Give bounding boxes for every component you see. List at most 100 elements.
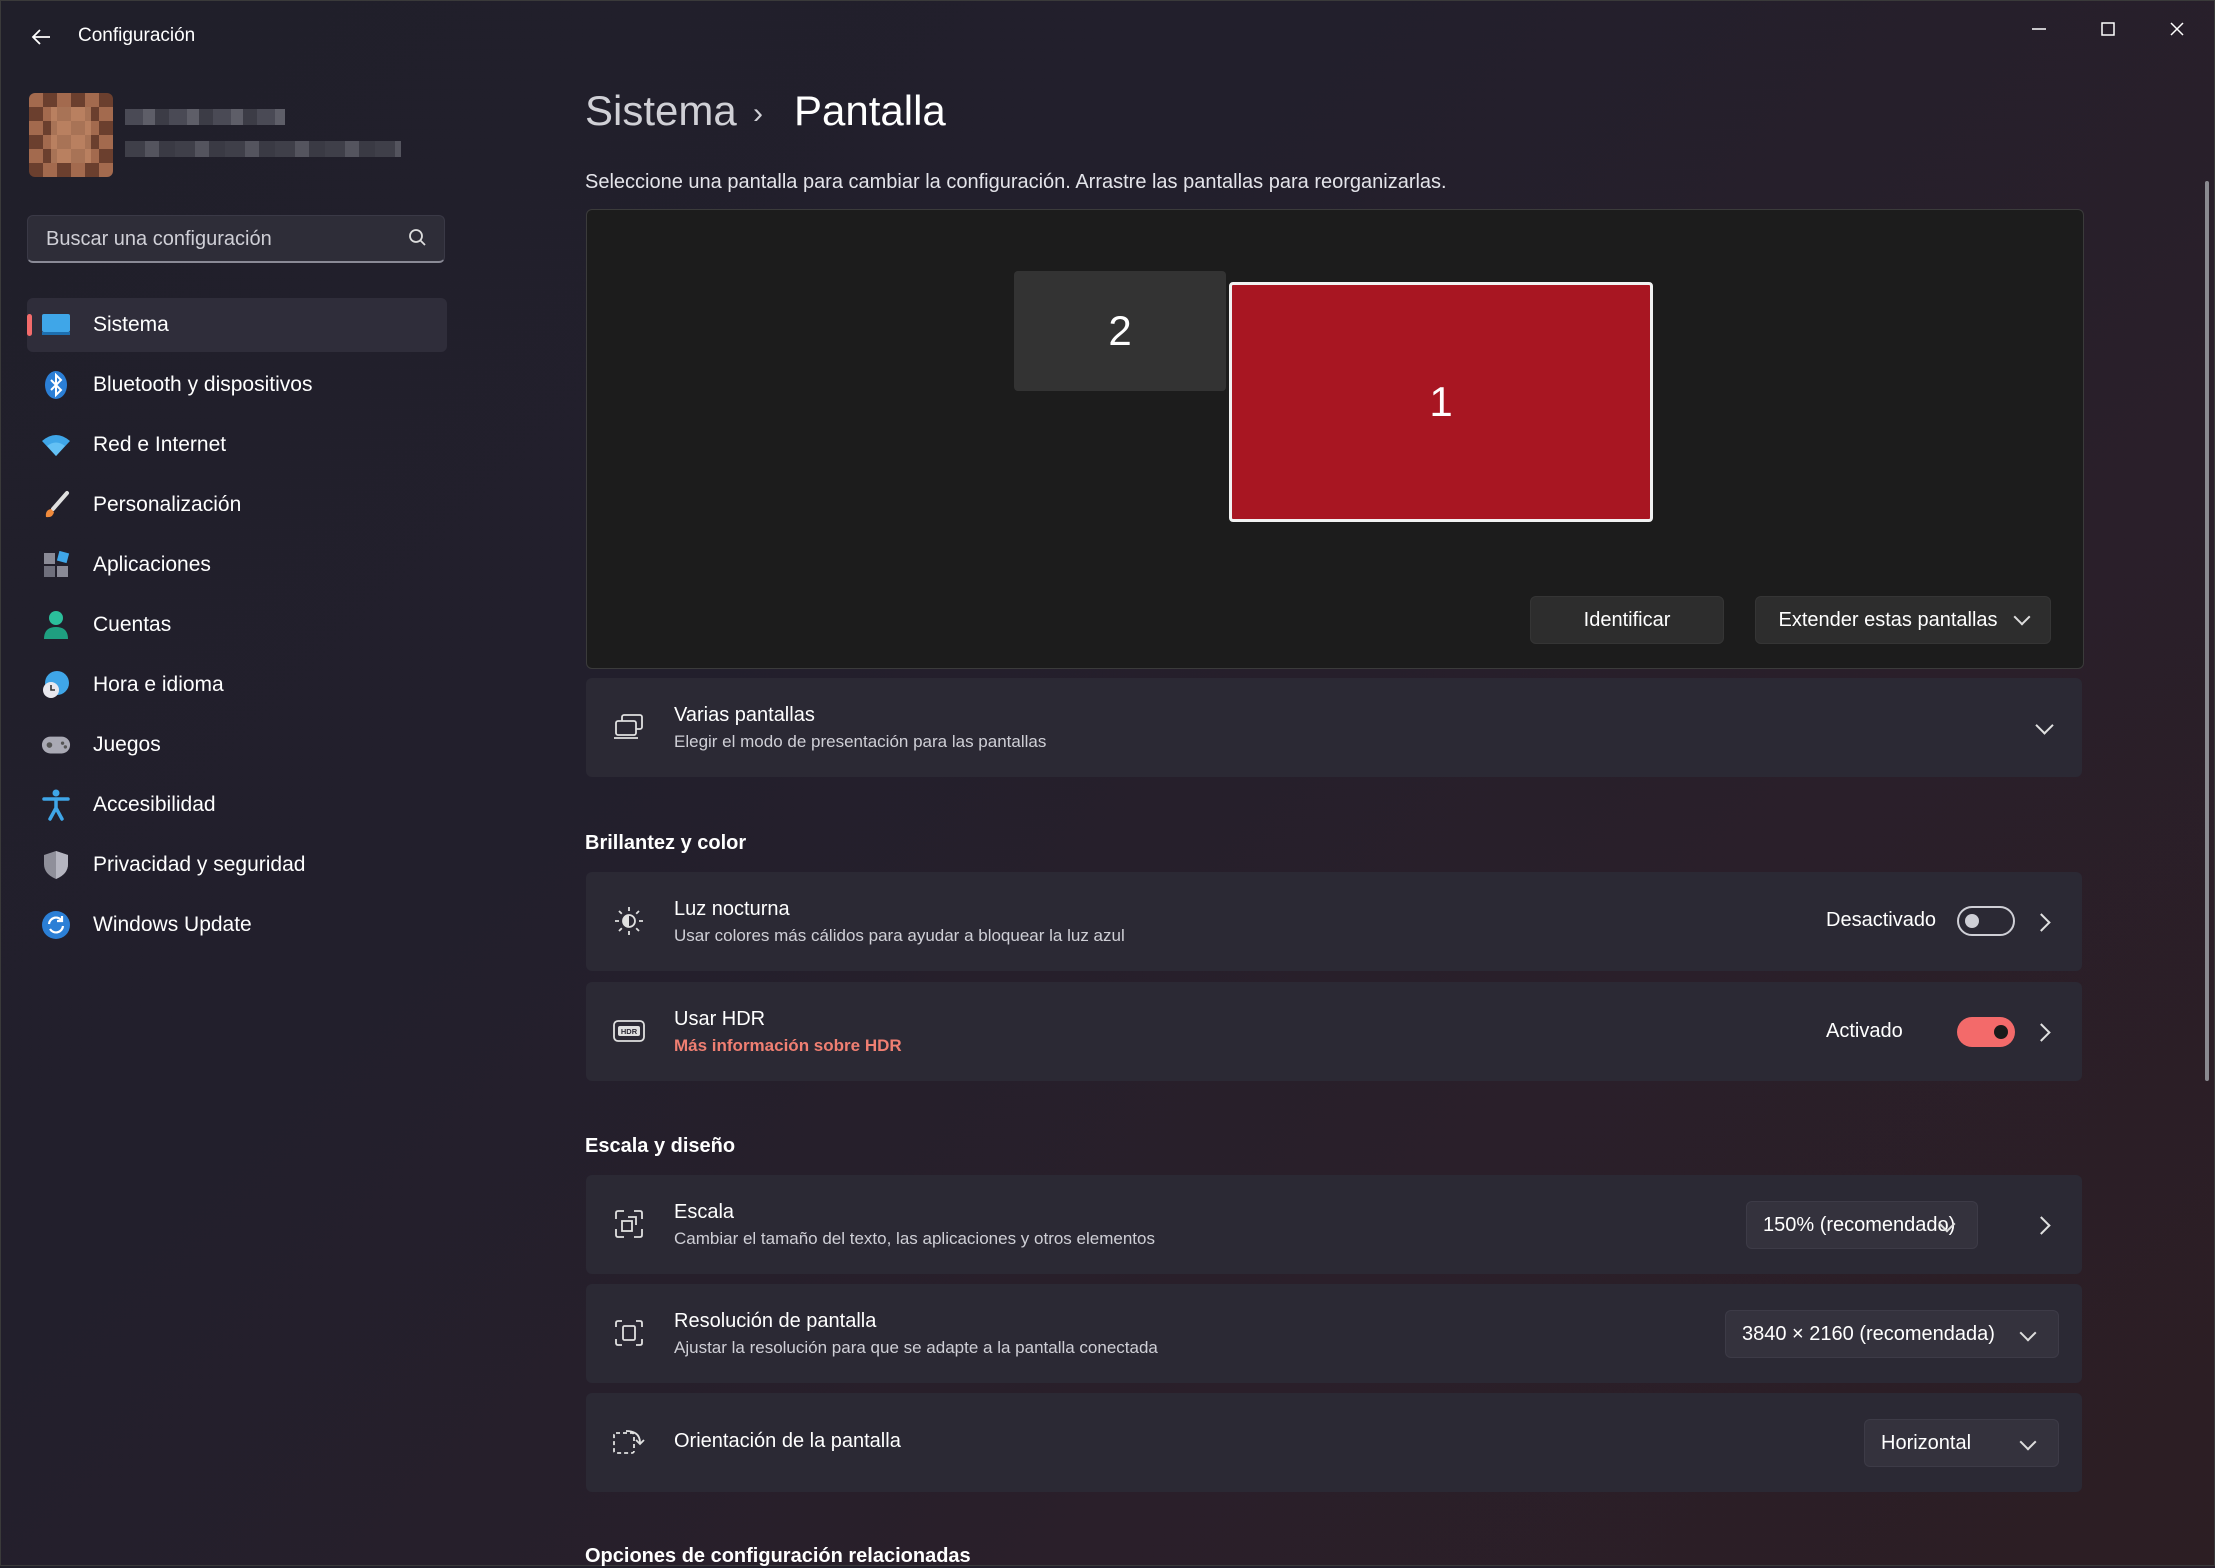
multiple-displays-icon [612, 710, 646, 744]
sidebar-item-label: Juegos [93, 733, 161, 756]
multiple-displays-subtitle: Elegir el modo de presentación para las … [674, 732, 1047, 751]
night-light-toggle[interactable] [1957, 906, 2015, 936]
sidebar-item-bluetooth[interactable]: Bluetooth y dispositivos [27, 358, 447, 412]
scale-title: Escala [674, 1201, 735, 1223]
active-indicator [27, 314, 32, 336]
sidebar-item-label: Personalización [93, 493, 242, 516]
section-heading-scale: Escala y diseño [585, 1135, 736, 1157]
sidebar-item-sistema[interactable]: Sistema [27, 298, 447, 352]
identify-label: Identificar [1583, 608, 1671, 631]
chevron-down-icon [2019, 1324, 2037, 1342]
chevron-right-icon[interactable] [2032, 913, 2051, 932]
hdr-card[interactable]: HDR Usar HDR Más información sobre HDR A… [586, 982, 2082, 1081]
search-input[interactable] [44, 216, 388, 262]
scrollbar[interactable] [2205, 181, 2209, 1081]
monitor-2[interactable]: 2 [1014, 271, 1226, 391]
hdr-toggle[interactable] [1957, 1017, 2015, 1047]
sidebar-item-accesibilidad[interactable]: Accesibilidad [27, 778, 447, 832]
gamepad-icon [41, 730, 71, 760]
sidebar-item-aplicaciones[interactable]: Aplicaciones [27, 538, 447, 592]
sun-icon [612, 904, 646, 938]
orientation-card[interactable]: Orientación de la pantalla Horizontal [586, 1393, 2082, 1492]
sidebar-item-label: Hora e idioma [93, 673, 224, 696]
arrow-left-icon [31, 29, 50, 45]
sidebar-item-label: Red e Internet [93, 433, 227, 456]
hdr-state: Activado [1826, 1020, 1903, 1042]
chevron-down-icon [2013, 608, 2031, 626]
sidebar-item-windows-update[interactable]: Windows Update [27, 898, 447, 952]
maximize-button[interactable] [2078, 11, 2138, 51]
orientation-title: Orientación de la pantalla [674, 1430, 901, 1452]
display-mode-dropdown[interactable]: Extender estas pantallas [1755, 596, 2051, 644]
resolution-value: 3840 × 2160 (recomendada) [1742, 1322, 1995, 1345]
shield-icon [41, 850, 71, 880]
scale-dropdown[interactable]: 150% (recomendado) [1746, 1201, 1978, 1249]
sidebar-item-label: Accesibilidad [93, 793, 216, 816]
monitor-1[interactable]: 1 [1229, 282, 1653, 522]
globe-clock-icon [41, 670, 71, 700]
orientation-icon [612, 1425, 646, 1459]
hdr-title: Usar HDR [674, 1008, 766, 1030]
hdr-icon: HDR [612, 1014, 646, 1048]
wifi-icon [41, 430, 71, 460]
sidebar-item-privacidad[interactable]: Privacidad y seguridad [27, 838, 447, 892]
page-title: Pantalla [794, 87, 946, 134]
sidebar-item-label: Privacidad y seguridad [93, 853, 306, 876]
chevron-down-icon[interactable] [2035, 716, 2054, 735]
close-button[interactable] [2147, 11, 2207, 51]
toggle-knob [1965, 914, 1979, 928]
bluetooth-icon [41, 370, 71, 400]
resolution-title: Resolución de pantalla [674, 1310, 877, 1332]
breadcrumb-parent[interactable]: Sistema [585, 87, 737, 135]
toggle-knob [1994, 1025, 2008, 1039]
search-icon[interactable] [406, 226, 430, 250]
night-light-state: Desactivado [1826, 909, 1937, 931]
orientation-value: Horizontal [1881, 1431, 1972, 1454]
multiple-displays-card[interactable]: Varias pantallas Elegir el modo de prese… [586, 678, 2082, 777]
maximize-icon [2101, 22, 2115, 36]
sidebar-item-label: Bluetooth y dispositivos [93, 373, 313, 396]
update-icon [41, 910, 71, 940]
resolution-card[interactable]: Resolución de pantalla Ajustar la resolu… [586, 1284, 2082, 1383]
user-name [125, 109, 285, 125]
section-heading-related: Opciones de configuración relacionadas [585, 1545, 971, 1567]
orientation-dropdown[interactable]: Horizontal [1864, 1419, 2059, 1467]
sidebar-item-label: Cuentas [93, 613, 172, 636]
display-mode-label: Extender estas pantallas [1778, 608, 1998, 631]
display-description: Seleccione una pantalla para cambiar la … [585, 171, 1447, 193]
scale-value: 150% (recomendado) [1763, 1213, 1956, 1236]
hdr-info-link[interactable]: Más información sobre HDR [674, 1036, 902, 1056]
chevron-right-icon[interactable] [2032, 1216, 2051, 1235]
sidebar-item-label: Sistema [93, 313, 169, 336]
multiple-displays-title: Varias pantallas [674, 704, 815, 726]
resolution-dropdown[interactable]: 3840 × 2160 (recomendada) [1725, 1310, 2059, 1358]
identify-button[interactable]: Identificar [1530, 596, 1724, 644]
apps-icon [41, 550, 71, 580]
sidebar-item-label: Aplicaciones [93, 553, 211, 576]
sidebar-item-hora[interactable]: Hora e idioma [27, 658, 447, 712]
resolution-icon [612, 1316, 646, 1350]
brush-icon [41, 490, 71, 520]
night-light-card[interactable]: Luz nocturna Usar colores más cálidos pa… [586, 872, 2082, 971]
sidebar-item-personalizacion[interactable]: Personalización [27, 478, 447, 532]
search-box[interactable] [27, 215, 445, 263]
chevron-right-icon[interactable] [2032, 1023, 2051, 1042]
sidebar-item-juegos[interactable]: Juegos [27, 718, 447, 772]
sidebar-item-cuentas[interactable]: Cuentas [27, 598, 447, 652]
chevron-down-icon [2019, 1433, 2037, 1451]
minimize-button[interactable] [2009, 11, 2069, 51]
close-icon [2170, 22, 2184, 36]
avatar[interactable] [29, 93, 113, 177]
monitor-icon [41, 310, 71, 340]
night-light-title: Luz nocturna [674, 898, 790, 920]
scale-icon [612, 1207, 646, 1241]
scale-subtitle: Cambiar el tamaño del texto, las aplicac… [674, 1229, 1155, 1248]
minimize-icon [2032, 28, 2046, 30]
accessibility-icon [41, 789, 71, 821]
app-title: Configuración [78, 25, 196, 46]
night-light-subtitle: Usar colores más cálidos para ayudar a b… [674, 926, 1125, 945]
sidebar-item-label: Windows Update [93, 913, 252, 936]
back-button[interactable] [23, 19, 59, 55]
sidebar-item-red[interactable]: Red e Internet [27, 418, 447, 472]
scale-card[interactable]: Escala Cambiar el tamaño del texto, las … [586, 1175, 2082, 1274]
